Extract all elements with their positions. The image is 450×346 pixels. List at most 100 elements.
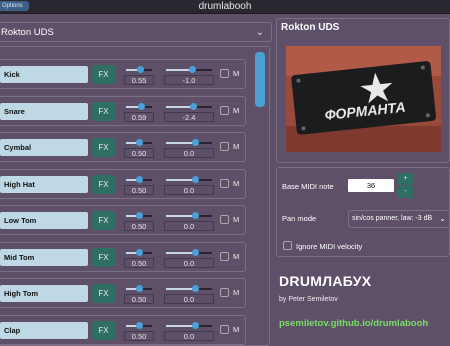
gain-value[interactable]: 0.50 (124, 184, 154, 195)
gain-slider[interactable]: 0.50 (124, 283, 154, 307)
pan-fill (166, 215, 196, 217)
instrument-row: Mid Tom FX 0.50 0.0 M (0, 241, 246, 272)
gain-thumb[interactable] (136, 212, 143, 219)
kit-selector-value: Rokton UDS (1, 27, 54, 38)
mute-checkbox[interactable] (220, 105, 229, 115)
gain-slider[interactable]: 0.50 (124, 247, 154, 271)
options-button[interactable]: Options (0, 1, 29, 11)
fx-button[interactable]: FX (92, 247, 115, 267)
ignore-velocity-label: Ignore MIDI velocity (296, 242, 363, 251)
mute-checkbox[interactable] (220, 251, 229, 261)
fx-button[interactable]: FX (92, 138, 115, 157)
gain-slider[interactable]: 0.55 (124, 64, 154, 88)
pan-value[interactable]: 0.0 (164, 330, 214, 341)
pan-value[interactable]: 0.0 (164, 221, 214, 231)
kit-image: ФОРМАНТА (286, 46, 441, 152)
scrollbar-thumb[interactable] (255, 52, 265, 107)
gain-slider[interactable]: 0.50 (124, 174, 154, 198)
instrument-name[interactable]: Mid Tom (0, 248, 88, 266)
gain-thumb[interactable] (136, 139, 143, 146)
pan-mode-select[interactable]: sin/cos panner, law: -3 dB ⌄ (348, 210, 450, 228)
mute-checkbox[interactable] (220, 178, 229, 188)
chevron-down-icon: ⌄ (439, 214, 446, 223)
pan-value[interactable]: 0.0 (164, 184, 214, 195)
fx-button[interactable]: FX (92, 284, 115, 303)
author-text: by Peter Semiletov (279, 296, 338, 303)
midi-note-input[interactable]: 36 (348, 179, 394, 192)
pan-fill (166, 178, 196, 181)
pan-mode-label: Pan mode (282, 214, 317, 223)
fx-button[interactable]: FX (92, 211, 115, 230)
pan-thumb[interactable] (192, 321, 200, 329)
gain-value[interactable]: 0.55 (124, 75, 154, 85)
gain-thumb[interactable] (136, 248, 143, 256)
gain-value[interactable]: 0.50 (124, 294, 154, 304)
pan-fill (166, 288, 196, 290)
gain-thumb[interactable] (138, 102, 146, 110)
pan-slider[interactable]: 0.0 (164, 283, 214, 307)
gain-slider[interactable]: 0.50 (124, 137, 154, 161)
gain-value[interactable]: 0.59 (124, 111, 154, 122)
instrument-name[interactable]: Kick (0, 66, 88, 83)
mute-checkbox[interactable] (220, 324, 229, 334)
pan-mode-value: sin/cos panner, law: -3 dB (352, 215, 433, 222)
pan-value[interactable]: 0.0 (164, 294, 214, 304)
mute-checkbox[interactable] (220, 288, 229, 297)
pan-slider[interactable]: 0.0 (164, 174, 214, 198)
pan-slider[interactable]: 0.0 (164, 137, 214, 161)
instrument-row: Clap FX 0.50 0.0 M (0, 314, 246, 345)
kit-selector[interactable]: Rokton UDS ⌄ (0, 22, 272, 42)
midi-note-decrement-button[interactable]: - (398, 186, 413, 198)
instrument-name[interactable]: High Hat (0, 175, 88, 193)
kit-title: Rokton UDS (281, 22, 340, 33)
gain-thumb[interactable] (137, 66, 145, 73)
pan-thumb[interactable] (189, 102, 197, 110)
mute-label: M (233, 69, 240, 78)
pan-thumb[interactable] (192, 285, 200, 292)
gain-thumb[interactable] (136, 175, 143, 183)
pan-value[interactable]: -2.4 (164, 111, 214, 122)
fx-button[interactable]: FX (92, 320, 115, 340)
instrument-name[interactable]: Snare (0, 102, 88, 120)
instrument-name[interactable]: High Tom (0, 285, 88, 302)
pan-slider[interactable]: 0.0 (164, 247, 214, 271)
instrument-row: High Tom FX 0.50 0.0 M (0, 278, 246, 308)
gain-slider[interactable]: 0.50 (124, 210, 154, 234)
pan-thumb[interactable] (192, 212, 200, 219)
gain-value[interactable]: 0.50 (124, 257, 154, 268)
gain-value[interactable]: 0.50 (124, 330, 154, 341)
midi-note-increment-button[interactable]: + (398, 173, 413, 185)
mute-checkbox[interactable] (220, 215, 229, 224)
instrument-name[interactable]: Cymbal (0, 139, 88, 156)
ignore-velocity-checkbox[interactable] (283, 241, 292, 250)
fx-button[interactable]: FX (92, 65, 115, 84)
instrument-name[interactable]: Clap (0, 321, 88, 339)
mute-label: M (233, 178, 240, 188)
settings-panel: Base MIDI note 36 + - Pan mode sin/cos p… (276, 167, 450, 257)
pan-slider[interactable]: 0.0 (164, 210, 214, 234)
pan-value[interactable]: 0.0 (164, 148, 214, 158)
fx-button[interactable]: FX (92, 174, 115, 194)
pan-thumb[interactable] (192, 248, 200, 256)
mute-checkbox[interactable] (220, 69, 229, 78)
pan-thumb[interactable] (188, 66, 196, 73)
pan-value[interactable]: 0.0 (164, 257, 214, 268)
pan-fill (166, 251, 196, 254)
gain-value[interactable]: 0.50 (124, 148, 154, 158)
homepage-link[interactable]: psemiletov.github.io/drumlabooh (279, 318, 428, 329)
mute-label: M (233, 105, 240, 115)
pan-fill (166, 142, 196, 144)
pan-thumb[interactable] (192, 139, 200, 146)
gain-thumb[interactable] (136, 321, 143, 329)
gain-thumb[interactable] (136, 285, 143, 292)
mute-checkbox[interactable] (220, 142, 229, 151)
pan-slider[interactable]: -1.0 (164, 64, 214, 88)
pan-value[interactable]: -1.0 (164, 75, 214, 85)
mute-label: M (233, 251, 240, 261)
gain-value[interactable]: 0.50 (124, 221, 154, 231)
pan-slider[interactable]: -2.4 (164, 101, 214, 125)
fx-button[interactable]: FX (92, 101, 115, 121)
pan-thumb[interactable] (192, 175, 200, 183)
instrument-name[interactable]: Low Tom (0, 212, 88, 229)
gain-slider[interactable]: 0.59 (124, 101, 154, 125)
